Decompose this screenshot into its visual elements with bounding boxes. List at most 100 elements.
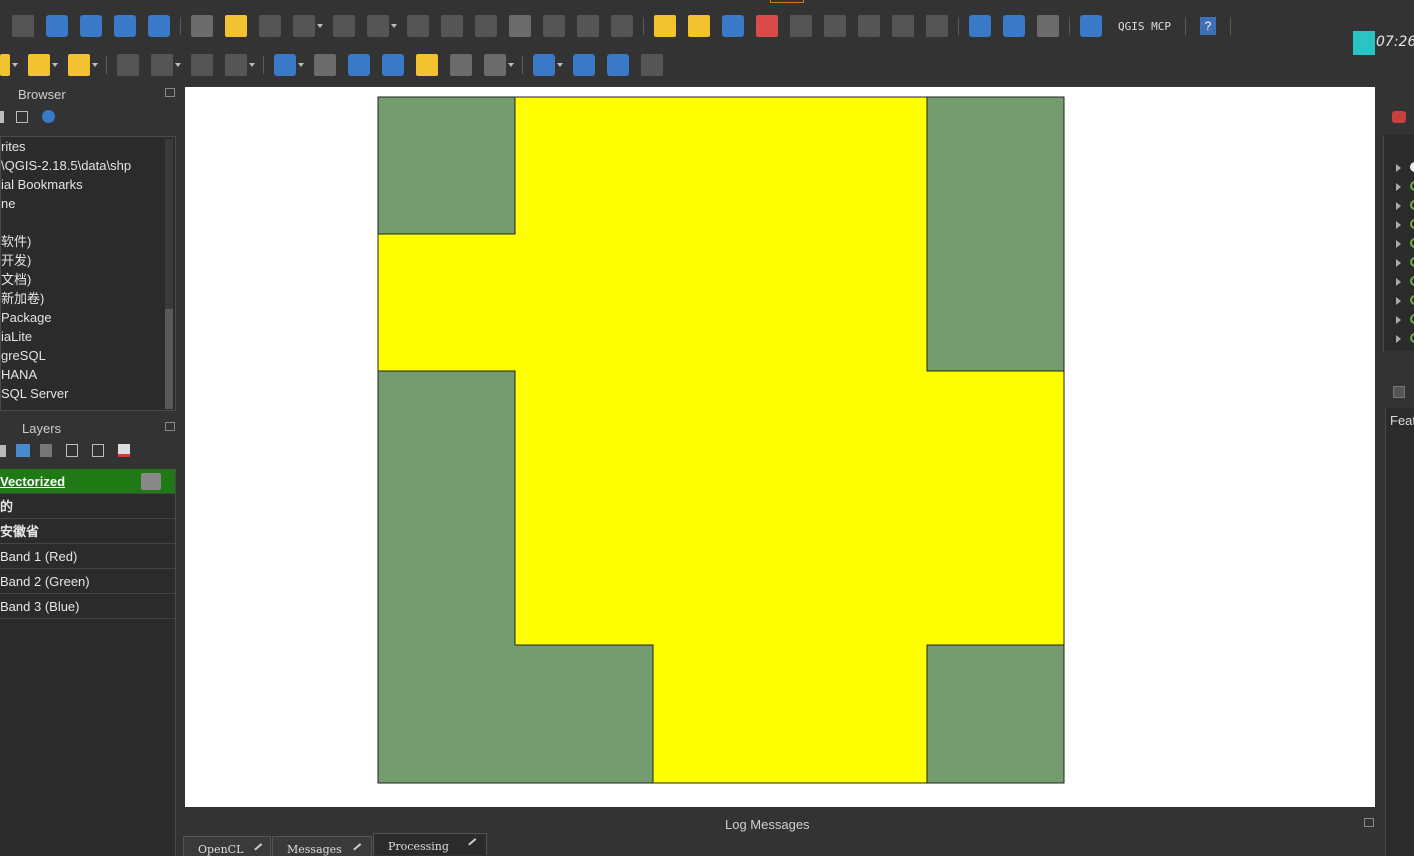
add-record-icon[interactable] [80, 15, 102, 37]
redo-icon[interactable] [611, 15, 633, 37]
split-parts-icon[interactable] [114, 15, 136, 37]
pencil-icon[interactable] [225, 15, 247, 37]
toolbox-group[interactable] [1396, 216, 1414, 235]
move-label-icon[interactable] [790, 15, 812, 37]
layer-stack-icon[interactable] [533, 54, 555, 76]
expand-arrow-icon[interactable] [1396, 221, 1401, 229]
toolbox-group[interactable] [1396, 254, 1414, 273]
layer-item[interactable]: Band 2 (Green) [0, 569, 175, 594]
add-wfs-layer-icon[interactable] [1003, 15, 1025, 37]
deselect-features-icon[interactable] [28, 54, 50, 76]
toolbox-group[interactable] [1396, 159, 1414, 178]
expand-arrow-icon[interactable] [1396, 259, 1401, 267]
style-icon[interactable] [0, 444, 6, 457]
fullscreen-icon[interactable] [641, 54, 663, 76]
save-edits-icon[interactable] [259, 15, 281, 37]
info-icon[interactable] [42, 110, 55, 123]
browser-item[interactable]: 文档) [1, 270, 175, 289]
undock-panel-icon[interactable] [165, 422, 175, 431]
expand-arrow-icon[interactable] [1396, 335, 1401, 343]
expand-arrow-icon[interactable] [1396, 278, 1401, 286]
dropdown-arrow-icon[interactable] [249, 63, 255, 67]
browser-item[interactable]: 新加卷) [1, 289, 175, 308]
browser-item[interactable]: 开发) [1, 251, 175, 270]
offset-curve-icon[interactable] [151, 54, 173, 76]
digitize-line-icon[interactable] [293, 15, 315, 37]
toolbox-group[interactable] [1396, 311, 1414, 330]
expand-arrow-icon[interactable] [1396, 297, 1401, 305]
expand-arrow-icon[interactable] [1396, 240, 1401, 248]
metasearch-icon[interactable] [1037, 15, 1059, 37]
layer-item[interactable]: Band 3 (Blue) [0, 594, 175, 619]
browser-item[interactable]: greSQL [1, 346, 175, 365]
dropdown-arrow-icon[interactable] [12, 63, 18, 67]
layer-indicator-icon[interactable] [141, 473, 161, 490]
toolbox-group[interactable] [1396, 197, 1414, 216]
green-polygon-top-left[interactable] [377, 96, 516, 235]
browser-item[interactable]: HANA [1, 365, 175, 384]
undo-icon[interactable] [577, 15, 599, 37]
diagram-tool-icon[interactable] [688, 15, 710, 37]
browser-item[interactable]: iaLite [1, 327, 175, 346]
expand-arrow-icon[interactable] [1396, 183, 1401, 191]
layer-item[interactable]: Band 1 (Red) [0, 544, 175, 569]
search-icon[interactable] [607, 54, 629, 76]
layer-item[interactable]: Vectorized [0, 469, 175, 494]
star-tool-icon[interactable] [416, 54, 438, 76]
help-button[interactable]: ? [1199, 17, 1216, 35]
map-canvas[interactable] [185, 87, 1375, 807]
undock-panel-icon[interactable] [165, 88, 175, 97]
remove-layer-icon[interactable] [118, 444, 130, 457]
browser-item[interactable]: SQL Server [1, 384, 175, 403]
rotate-label-icon[interactable] [824, 15, 846, 37]
expand-arrow-icon[interactable] [1396, 164, 1401, 172]
browser-item[interactable]: ne [1, 194, 175, 213]
collapse-all-icon[interactable] [92, 444, 104, 457]
dropdown-arrow-icon[interactable] [317, 24, 323, 28]
processing-gear-icon[interactable] [1392, 111, 1406, 123]
add-wms-layer-icon[interactable] [969, 15, 991, 37]
filter-legend-icon[interactable] [16, 444, 30, 457]
browser-item[interactable]: rites [1, 137, 175, 156]
dropdown-arrow-icon[interactable] [391, 24, 397, 28]
dropdown-arrow-icon[interactable] [557, 63, 563, 67]
toolbox-group[interactable] [1396, 292, 1414, 311]
modify-attributes-icon[interactable] [407, 15, 429, 37]
tab-processing[interactable]: Processing [373, 833, 487, 855]
select-polygon-icon[interactable] [382, 54, 404, 76]
text-tool-icon[interactable] [450, 54, 472, 76]
browser-item[interactable]: ial Bookmarks [1, 175, 175, 194]
change-label-icon[interactable] [858, 15, 880, 37]
check-geometry-icon[interactable] [148, 15, 170, 37]
collapse-all-icon[interactable] [16, 110, 28, 123]
simplify-icon[interactable] [225, 54, 247, 76]
delete-selected-icon[interactable] [441, 15, 463, 37]
tab-messages[interactable]: Messages [272, 836, 372, 856]
move-feature-icon[interactable] [333, 15, 355, 37]
browser-item[interactable] [1, 213, 175, 232]
toolbox-group[interactable] [1396, 273, 1414, 292]
browser-item[interactable]: Package [1, 308, 175, 327]
python-console-icon[interactable] [1080, 15, 1102, 37]
browser-scrollbar-thumb[interactable] [165, 309, 173, 409]
select-vertices-icon[interactable] [12, 15, 34, 37]
toolbox-group[interactable] [1396, 178, 1414, 197]
diagram-move-icon[interactable] [926, 15, 948, 37]
select-cursor-icon[interactable] [314, 54, 336, 76]
cut-features-icon[interactable] [475, 15, 497, 37]
undock-panel-icon[interactable] [1364, 818, 1374, 827]
expand-arrow-icon[interactable] [1396, 202, 1401, 210]
browser-item[interactable]: 软件) [1, 232, 175, 251]
dropdown-arrow-icon[interactable] [298, 63, 304, 67]
select-location-icon[interactable] [68, 54, 90, 76]
layer-item[interactable]: 的 [0, 494, 175, 519]
green-polygon-bottom-right[interactable] [926, 644, 1065, 784]
layer-item[interactable]: 安徽省 [0, 519, 175, 544]
filter-expression-icon[interactable] [40, 444, 52, 457]
copy-features-icon[interactable] [509, 15, 531, 37]
select-rectangle-icon[interactable] [348, 54, 370, 76]
reshape-icon[interactable] [191, 54, 213, 76]
green-polygon-top-right[interactable] [926, 96, 1065, 372]
settings-gear-icon[interactable] [573, 54, 595, 76]
expand-all-icon[interactable] [66, 444, 78, 457]
